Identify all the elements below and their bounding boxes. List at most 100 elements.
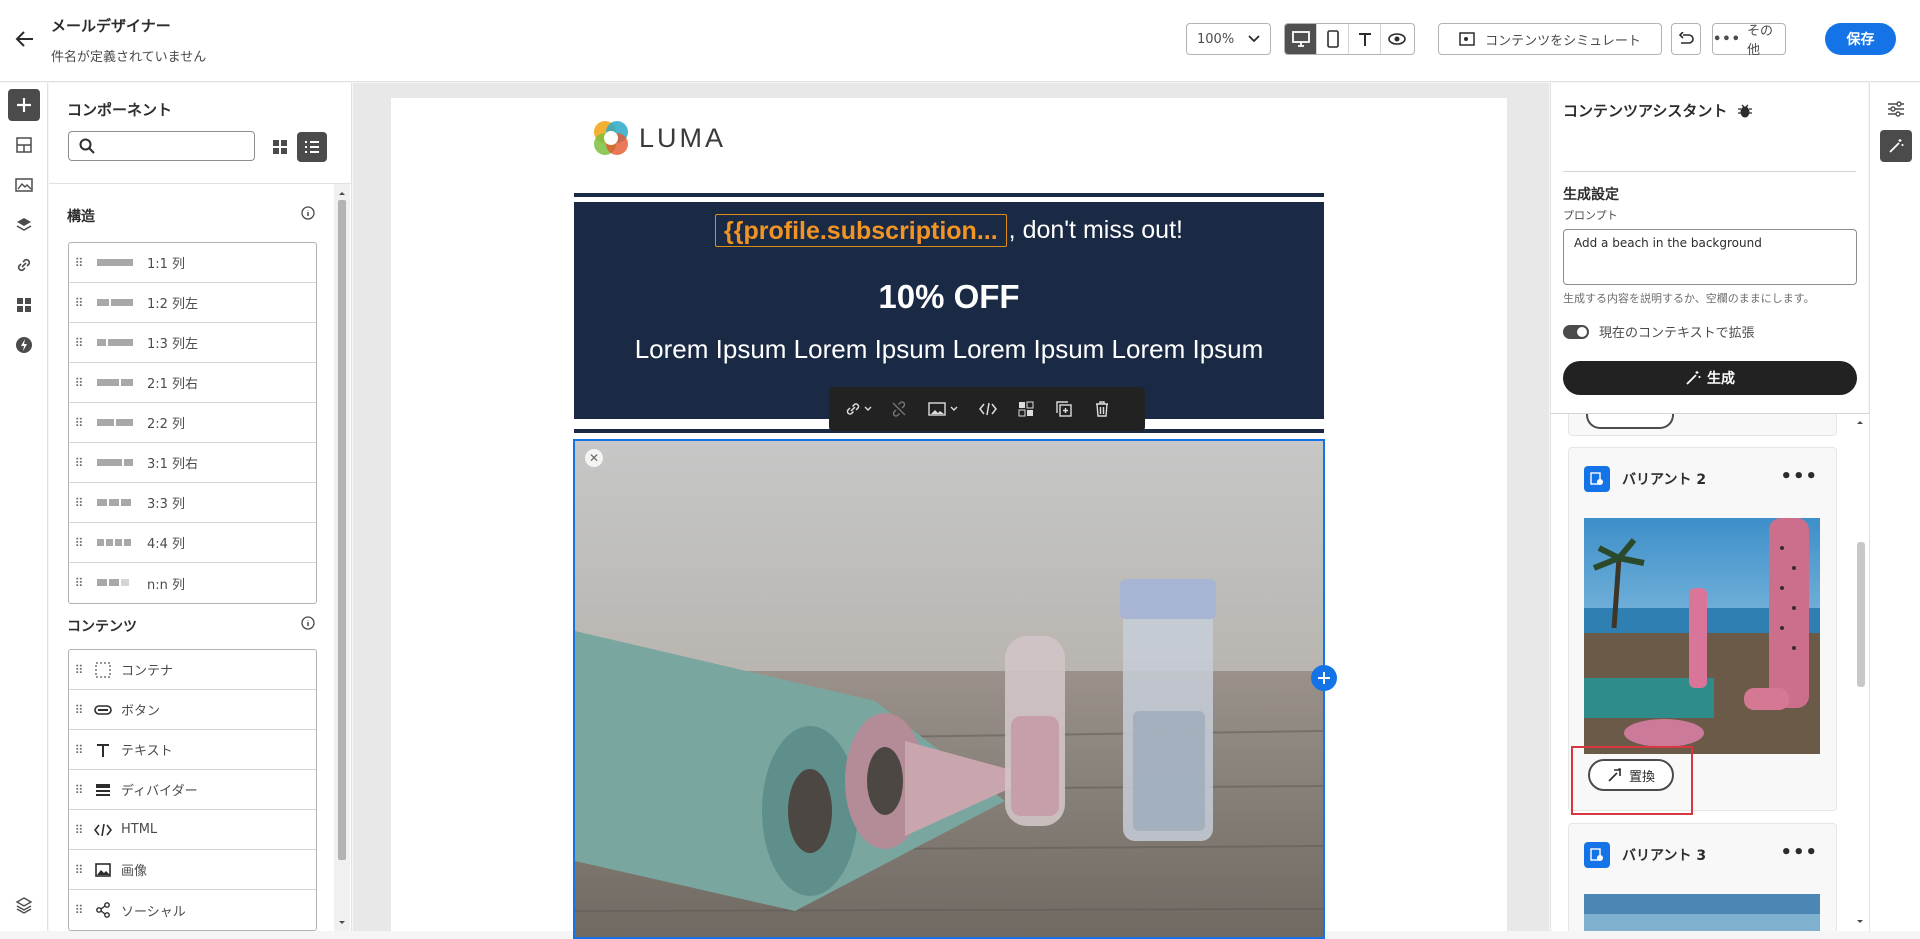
preview-eye-icon[interactable] (1381, 24, 1413, 54)
drag-handle-icon[interactable]: ⠿ (69, 576, 87, 590)
variant-1-replace-button[interactable] (1586, 414, 1674, 429)
structure-item-1-1[interactable]: ⠿ 1:1 列 (69, 243, 316, 283)
save-button[interactable]: 保存 (1825, 23, 1896, 55)
content-item-social[interactable]: ⠿ ソーシャル (69, 890, 316, 930)
drag-handle-icon[interactable]: ⠿ (69, 336, 87, 350)
drag-handle-icon[interactable]: ⠿ (69, 416, 87, 430)
assistant-scrollbar[interactable] (1853, 414, 1867, 931)
drag-handle-icon[interactable]: ⠿ (69, 496, 87, 510)
variant-2-image[interactable] (1584, 518, 1820, 754)
component-search[interactable] (68, 131, 255, 161)
prompt-field[interactable]: Add a beach in the background (1563, 229, 1857, 285)
bug-icon[interactable] (1737, 103, 1753, 119)
content-item-text[interactable]: ⠿ テキスト (69, 730, 316, 770)
grid-view-icon[interactable] (265, 132, 295, 162)
scrollbar-thumb[interactable] (1857, 542, 1865, 687)
structure-item-n-n[interactable]: ⠿ n:n 列 (69, 563, 316, 603)
link-icon[interactable] (8, 249, 40, 281)
add-component-icon[interactable] (8, 89, 40, 121)
prompt-label: プロンプト (1563, 209, 1618, 222)
luma-logo[interactable]: LUMA (591, 118, 726, 158)
generate-button[interactable]: 生成 (1563, 361, 1857, 395)
assets-icon[interactable] (8, 169, 40, 201)
drag-handle-icon[interactable]: ⠿ (69, 663, 87, 677)
offer-heading[interactable]: 10% OFF (574, 278, 1324, 316)
fragments-icon[interactable] (8, 129, 40, 161)
info-icon[interactable] (301, 206, 315, 220)
layers-settings-icon[interactable] (8, 889, 40, 921)
content-item-image[interactable]: ⠿ 画像 (69, 850, 316, 890)
drag-handle-icon[interactable]: ⠿ (69, 703, 87, 717)
link-dropdown-icon[interactable] (839, 387, 879, 431)
content-item-container[interactable]: ⠿ コンテナ (69, 650, 316, 690)
drag-handle-icon[interactable]: ⠿ (69, 903, 87, 917)
content-item-divider[interactable]: ⠿ ディバイダー (69, 770, 316, 810)
image-options-dropdown-icon[interactable] (919, 387, 969, 431)
drag-handle-icon[interactable]: ⠿ (69, 783, 87, 797)
structure-item-1-2[interactable]: ⠿ 1:2 列左 (69, 283, 316, 323)
variant-3-card[interactable]: バリアント 3 ••• (1568, 823, 1837, 931)
scroll-up-icon[interactable] (1853, 416, 1867, 428)
drag-handle-icon[interactable]: ⠿ (69, 823, 87, 837)
move-handle-icon[interactable] (1311, 665, 1337, 691)
replace-button[interactable]: 置換 (1588, 759, 1674, 791)
structure-item-3-3[interactable]: ⠿ 3:3 列 (69, 483, 316, 523)
scroll-down-icon[interactable] (1853, 916, 1867, 928)
list-view-icon[interactable] (297, 132, 327, 162)
desktop-view-icon[interactable] (1285, 24, 1317, 54)
drag-handle-icon[interactable]: ⠿ (69, 296, 87, 310)
simulate-content-button[interactable]: コンテンツをシミュレート (1438, 23, 1662, 55)
content-item-html[interactable]: ⠿ HTML (69, 810, 316, 850)
info-icon[interactable] (301, 616, 315, 630)
structure-item-2-2[interactable]: ⠿ 2:2 列 (69, 403, 316, 443)
drag-handle-icon[interactable]: ⠿ (69, 256, 87, 270)
drag-handle-icon[interactable]: ⠿ (69, 536, 87, 550)
personalization-token[interactable]: {{profile.subscription... (715, 214, 1007, 247)
delete-icon[interactable] (1083, 387, 1121, 431)
apps-icon[interactable] (8, 289, 40, 321)
search-input[interactable] (101, 136, 249, 156)
email-body[interactable]: LUMA {{profile.subscription... , don't m… (391, 98, 1507, 939)
context-toggle[interactable] (1563, 324, 1589, 339)
drag-handle-icon[interactable]: ⠿ (69, 743, 87, 757)
variant-3-more-icon[interactable]: ••• (1780, 842, 1818, 863)
variant-2-more-icon[interactable]: ••• (1780, 466, 1818, 487)
variant-2-card[interactable]: バリアント 2 ••• 置換 (1568, 447, 1837, 815)
duplicate-icon[interactable] (1045, 387, 1083, 431)
code-icon[interactable] (969, 387, 1007, 431)
drag-handle-icon[interactable]: ⠿ (69, 863, 87, 877)
scrollbar-thumb[interactable] (338, 200, 346, 860)
drag-handle-icon[interactable]: ⠿ (69, 376, 87, 390)
structure-item-4-4[interactable]: ⠿ 4:4 列 (69, 523, 316, 563)
zoom-select[interactable]: 100% (1186, 23, 1271, 55)
magic-wand-icon[interactable] (1880, 130, 1912, 162)
drag-handle-icon[interactable]: ⠿ (69, 456, 87, 470)
variants-list[interactable]: バリアント 2 ••• 置換 バリアント 3 ••• (1551, 413, 1869, 931)
components-scroll[interactable]: 構造 ⠿ 1:1 列 ⠿ 1:2 列左 ⠿ 1:3 列左 ⠿ 2:1 列右 ⠿ 2:2 列… (49, 183, 352, 931)
layers-icon[interactable] (8, 209, 40, 241)
mobile-view-icon[interactable] (1317, 24, 1349, 54)
layout-icon[interactable] (1007, 387, 1045, 431)
close-icon[interactable]: ✕ (585, 449, 603, 467)
undo-button[interactable] (1671, 23, 1701, 55)
text-view-icon[interactable] (1349, 24, 1381, 54)
content-item-button[interactable]: ⠿ ボタン (69, 690, 316, 730)
scroll-up-icon[interactable] (334, 186, 350, 200)
top-divider[interactable] (574, 193, 1324, 197)
variant-3-image[interactable] (1584, 894, 1820, 931)
back-arrow-icon[interactable] (14, 28, 36, 50)
panel-scrollbar[interactable] (334, 184, 350, 931)
unlink-icon[interactable] (879, 387, 919, 431)
content-heading: コンテンツ (67, 616, 315, 636)
structure-item-2-1[interactable]: ⠿ 2:1 列右 (69, 363, 316, 403)
settings-sliders-icon[interactable] (1880, 93, 1912, 125)
email-canvas[interactable]: LUMA {{profile.subscription... , don't m… (353, 83, 1549, 939)
scroll-down-icon[interactable] (334, 916, 350, 930)
structure-item-3-1[interactable]: ⠿ 3:1 列右 (69, 443, 316, 483)
promo-text[interactable]: Lorem Ipsum Lorem Ipsum Lorem Ipsum Lore… (574, 334, 1324, 365)
structure-item-1-3[interactable]: ⠿ 1:3 列左 (69, 323, 316, 363)
lightning-icon[interactable] (8, 329, 40, 361)
selected-image-block[interactable]: ✕ (573, 439, 1325, 939)
variant-1-card[interactable] (1568, 414, 1837, 436)
more-button[interactable]: ••• その他 (1712, 23, 1786, 58)
